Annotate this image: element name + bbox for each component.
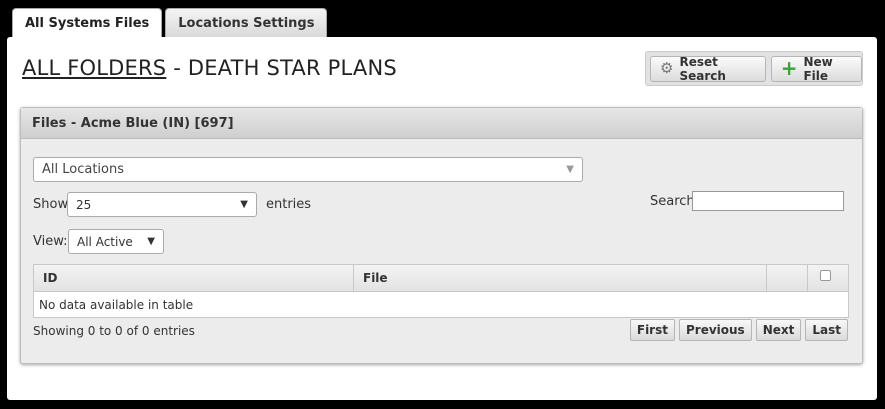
plus-icon: +	[780, 55, 798, 80]
empty-table-row: No data available in table	[39, 297, 194, 312]
pagination-last-button[interactable]: Last	[805, 319, 848, 341]
gear-icon: ⚙	[660, 59, 674, 77]
entries-label: entries	[266, 197, 312, 212]
pagination-first-button[interactable]: First	[629, 319, 675, 341]
tab-all-systems-files[interactable]: All Systems Files	[12, 8, 163, 38]
location-select[interactable]: All Locations ▼	[33, 157, 583, 182]
new-file-button[interactable]: + New File	[770, 54, 862, 83]
page-title: ALL FOLDERS - DEATH STAR PLANS	[22, 56, 397, 80]
select-all-checkbox[interactable]	[820, 269, 831, 281]
pagination-previous-button[interactable]: Previous	[678, 319, 752, 341]
toolbar: ⚙ Reset Search + New File	[645, 51, 863, 86]
view-label: View:	[33, 234, 68, 249]
view-select[interactable]: All Active ▼	[68, 229, 164, 254]
location-select-value: All Locations	[42, 162, 125, 177]
folder-name: - DEATH STAR PLANS	[166, 56, 397, 80]
all-folders-link[interactable]: ALL FOLDERS	[22, 56, 166, 80]
column-header-actions	[767, 265, 808, 291]
table-info: Showing 0 to 0 of 0 entries	[33, 324, 195, 338]
tab-bar: All Systems Files Locations Settings	[12, 8, 328, 38]
tab-locations-settings[interactable]: Locations Settings	[165, 8, 328, 37]
chevron-down-icon: ▼	[240, 199, 248, 210]
pagination-next-button[interactable]: Next	[755, 319, 802, 341]
column-header-select	[808, 265, 848, 291]
column-header-file[interactable]: File	[354, 265, 767, 291]
files-panel: Files - Acme Blue (IN) [697] All Locatio…	[20, 107, 863, 364]
show-label: Show	[33, 197, 69, 212]
column-header-id[interactable]: ID	[34, 265, 354, 291]
reset-search-label: Reset Search	[679, 54, 726, 83]
table-header: ID File	[34, 265, 848, 292]
search-input[interactable]	[692, 191, 844, 211]
chevron-down-icon: ▼	[566, 164, 574, 175]
reset-search-button[interactable]: ⚙ Reset Search	[650, 54, 766, 83]
pagination: First Previous Next Last	[629, 319, 848, 341]
files-table: ID File No data available in table	[33, 264, 849, 318]
view-select-value: All Active	[77, 234, 133, 249]
main-panel: ALL FOLDERS - DEATH STAR PLANS ⚙ Reset S…	[7, 37, 877, 400]
new-file-label: New File	[803, 54, 833, 83]
entries-select-value: 25	[76, 197, 92, 212]
entries-select[interactable]: 25 ▼	[67, 192, 257, 217]
chevron-down-icon: ▼	[147, 236, 155, 247]
files-panel-title: Files - Acme Blue (IN) [697]	[21, 108, 862, 139]
